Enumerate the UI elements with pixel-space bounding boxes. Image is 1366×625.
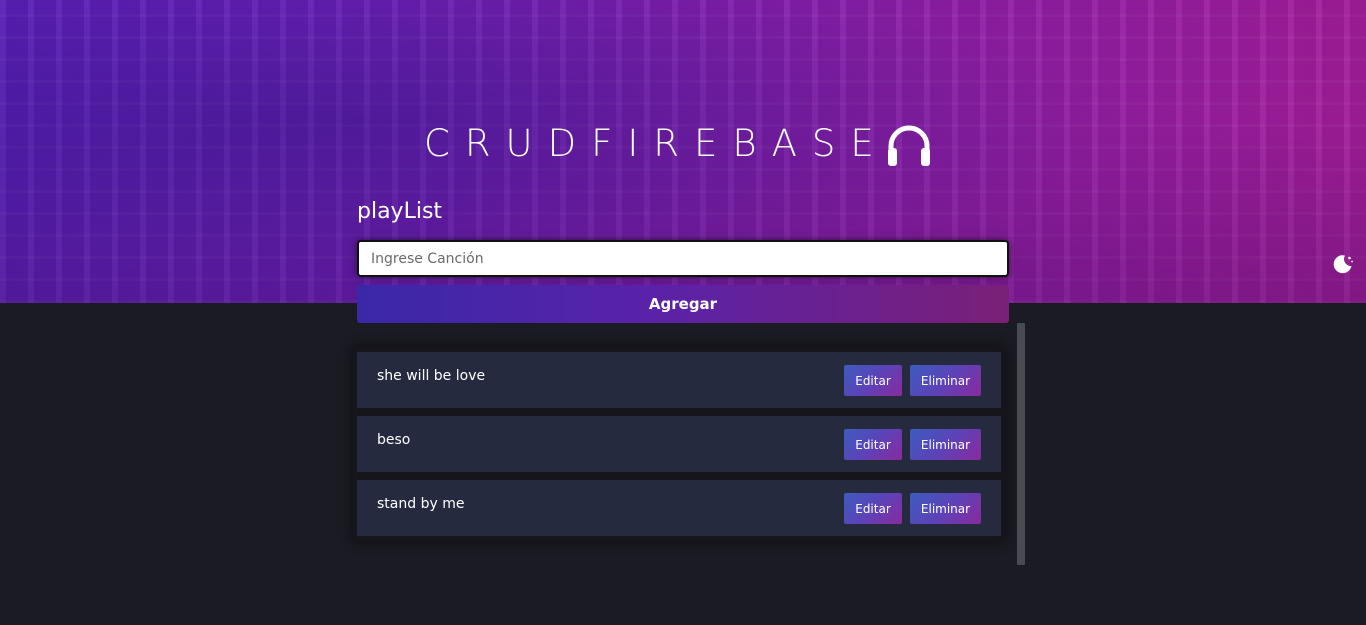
delete-button[interactable]: Eliminar — [910, 493, 981, 524]
edit-button[interactable]: Editar — [844, 493, 902, 524]
logo-text: CRUDFIREBASE — [424, 122, 889, 165]
song-list: she will be love Editar Eliminar beso Ed… — [353, 346, 1005, 542]
list-item: she will be love Editar Eliminar — [357, 352, 1001, 408]
app-logo: CRUDFIREBASE — [424, 118, 935, 170]
playlist-title: playList — [357, 199, 443, 224]
list-item: beso Editar Eliminar — [357, 416, 1001, 472]
song-input[interactable] — [357, 240, 1009, 277]
moon-icon[interactable] — [1331, 252, 1355, 276]
song-name: stand by me — [377, 496, 465, 512]
delete-button[interactable]: Eliminar — [910, 429, 981, 460]
edit-button[interactable]: Editar — [844, 365, 902, 396]
song-name: beso — [377, 432, 411, 448]
add-song-button[interactable]: Agregar — [357, 285, 1009, 323]
list-item: stand by me Editar Eliminar — [357, 480, 1001, 536]
delete-button[interactable]: Eliminar — [910, 365, 981, 396]
headphones-icon — [887, 125, 930, 166]
list-scrollbar[interactable] — [1017, 323, 1025, 565]
edit-button[interactable]: Editar — [844, 429, 902, 460]
song-name: she will be love — [377, 368, 486, 384]
